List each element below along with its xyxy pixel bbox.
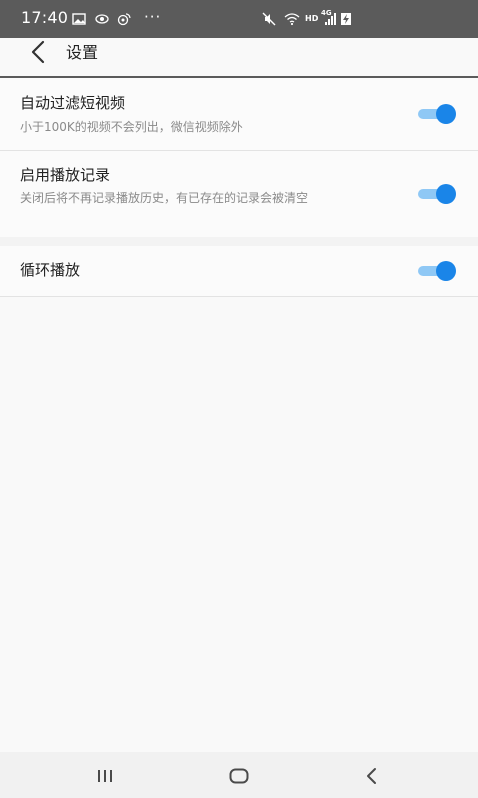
network-label: HD [305, 14, 319, 23]
recent-apps-icon[interactable] [97, 769, 113, 783]
status-bar: 17:40 ··· HD 4G [0, 0, 478, 38]
wifi-icon [284, 13, 300, 26]
image-icon [72, 13, 86, 25]
toggle-knob [436, 261, 456, 281]
status-time: 17:40 [21, 8, 69, 27]
toggle-knob [436, 184, 456, 204]
chevron-left-icon [31, 40, 45, 64]
group-divider [0, 237, 478, 246]
signal-icon [325, 13, 336, 25]
toggle-knob [436, 104, 456, 124]
setting-description: 关闭后将不再记录播放历史，有已存在的记录会被清空 [20, 191, 309, 205]
home-icon[interactable] [229, 768, 249, 784]
setting-description: 小于100K的视频不会列出，微信视频除外 [20, 120, 243, 134]
app-header: 设置 [0, 38, 478, 78]
eye-icon [95, 14, 109, 24]
auto-filter-toggle[interactable] [418, 104, 456, 124]
setting-title: 启用播放记录 [20, 166, 111, 184]
page-title: 设置 [66, 43, 99, 62]
more-indicator: ··· [144, 8, 162, 26]
setting-row-loop-playback[interactable]: 循环播放 [0, 246, 478, 297]
setting-row-auto-filter[interactable]: 自动过滤短视频 小于100K的视频不会列出，微信视频除外 [0, 78, 478, 151]
setting-title: 循环播放 [20, 261, 81, 279]
setting-title: 自动过滤短视频 [20, 94, 126, 112]
loop-playback-toggle[interactable] [418, 261, 456, 281]
back-icon[interactable] [365, 767, 379, 785]
back-button[interactable] [24, 39, 54, 69]
weibo-icon [117, 13, 131, 26]
system-nav-bar [0, 752, 478, 798]
mute-icon [262, 12, 276, 26]
setting-row-play-history[interactable]: 启用播放记录 关闭后将不再记录播放历史，有已存在的记录会被清空 [0, 151, 478, 238]
play-history-toggle[interactable] [418, 184, 456, 204]
battery-charging-icon [341, 13, 351, 25]
